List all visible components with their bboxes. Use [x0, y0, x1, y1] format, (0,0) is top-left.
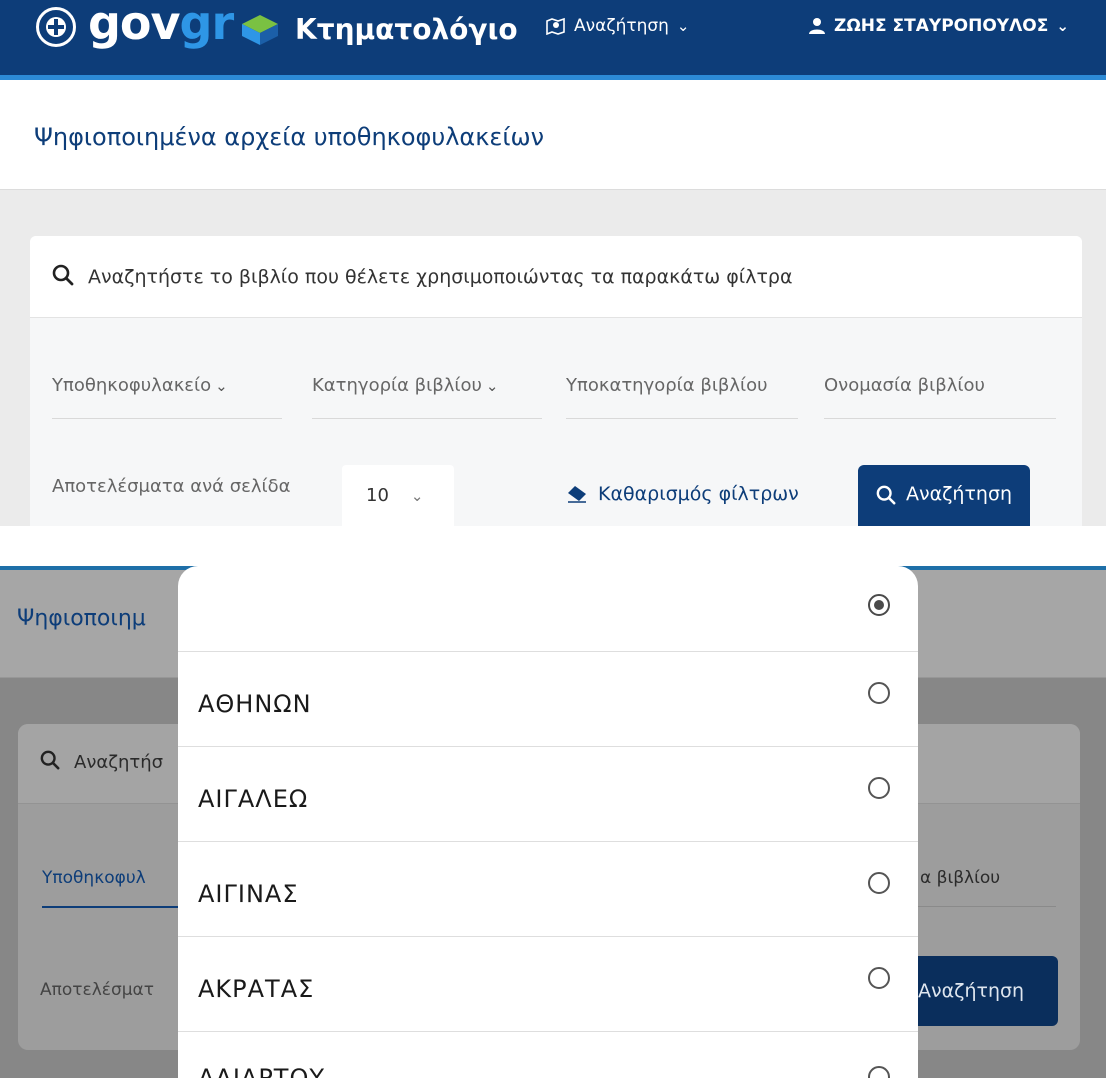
dimmed-search-button: Αναζήτηση — [908, 956, 1058, 1026]
dropdown-option-label: ΑΙΓΑΛΕΩ — [198, 785, 309, 813]
filter-label: Υποκατηγορία βιβλίου — [566, 375, 768, 396]
ktimatologio-cube-icon — [242, 15, 278, 45]
filter-book-category[interactable]: Κατηγορία βιβλίου ⌄ — [312, 375, 542, 419]
dropdown-option[interactable]: ΑΘΗΝΩΝ — [178, 652, 918, 747]
top-header-bar: govgr Κτηματολόγιο Αναζήτηση ⌄ ΖΩΗΣ ΣΤΑΥ… — [0, 0, 1106, 80]
radio-icon[interactable] — [868, 872, 890, 894]
dimmed-search-heading: Αναζητήσ — [74, 752, 164, 773]
radio-selected-icon[interactable] — [868, 594, 890, 616]
filter-label: Κατηγορία βιβλίου — [312, 375, 482, 396]
results-per-page-value: 10 — [366, 485, 389, 506]
eraser-icon — [568, 486, 586, 503]
search-icon — [40, 750, 60, 770]
logo-gr-text: gr — [179, 0, 235, 50]
filter-label: Υποθηκοφυλακείο — [52, 375, 212, 396]
user-menu[interactable]: ΖΩΗΣ ΣΤΑΥΡΟΠΟΥΛΟΣ ⌄ — [808, 16, 1069, 36]
filter-mortgage-office[interactable]: Υποθηκοφυλακείο ⌄ — [52, 375, 282, 419]
chevron-down-icon: ⌄ — [215, 377, 228, 395]
radio-icon[interactable] — [868, 967, 890, 989]
app-title[interactable]: Κτηματολόγιο — [295, 13, 518, 46]
dimmed-filter-mortgage-office: Υποθηκοφυλ — [42, 868, 146, 888]
results-per-page-select[interactable]: 10 ⌄ — [342, 465, 454, 526]
dropdown-option-label: ΑΙΓΙΝΑΣ — [198, 880, 299, 908]
mobile-dropdown-view-panel: Ψηφιοποιημ Αναζητήσ Υποθηκοφυλ α βιβλίου… — [0, 526, 1106, 1078]
radio-icon[interactable] — [868, 777, 890, 799]
dropdown-option-empty[interactable] — [178, 566, 918, 652]
search-icon — [52, 264, 74, 286]
dimmed-filter-book-name: α βιβλίου — [920, 868, 1001, 888]
dimmed-page-title: Ψηφιοποιημ — [17, 606, 146, 631]
chevron-down-icon: ⌄ — [676, 17, 690, 35]
logo-gov-text: gov — [88, 0, 181, 50]
dropdown-option-label: ΑΚΡΑΤΑΣ — [198, 975, 315, 1003]
desktop-view-panel: govgr Κτηματολόγιο Αναζήτηση ⌄ ΖΩΗΣ ΣΤΑΥ… — [0, 0, 1106, 526]
chevron-down-icon: ⌄ — [410, 487, 424, 505]
nav-search-label: Αναζήτηση — [574, 16, 669, 36]
search-button[interactable]: Αναζήτηση — [858, 465, 1030, 526]
dropdown-option-label: ΑΛΙΑΡΤΟΥ — [198, 1064, 326, 1078]
search-card-heading: Αναζητήστε το βιβλίο που θέλετε χρησιμοπ… — [88, 266, 793, 288]
user-icon — [809, 18, 825, 34]
filter-book-name[interactable]: Ονομασία βιβλίου — [824, 375, 1056, 419]
filter-book-subcategory[interactable]: Υποκατηγορία βιβλίου — [566, 375, 798, 419]
search-button-label: Αναζήτηση — [905, 483, 1013, 505]
dropdown-option[interactable]: ΑΚΡΑΤΑΣ — [178, 937, 918, 1032]
page-title-bar: Ψηφιοποιημένα αρχεία υποθηκοφυλακείων — [0, 85, 1106, 190]
page-title: Ψηφιοποιημένα αρχεία υποθηκοφυλακείων — [34, 123, 544, 151]
active-filter-underline — [42, 906, 182, 908]
clear-filters-label: Καθαρισμός φίλτρων — [598, 483, 799, 505]
radio-icon[interactable] — [868, 1066, 890, 1078]
chevron-down-icon: ⌄ — [1056, 17, 1069, 35]
search-icon — [876, 485, 896, 505]
search-card-header: Αναζητήστε το βιβλίο που θέλετε χρησιμοπ… — [30, 236, 1082, 318]
dropdown-option[interactable]: ΑΙΓΙΝΑΣ — [178, 842, 918, 937]
filter-label: Ονομασία βιβλίου — [824, 375, 985, 396]
mortgage-office-dropdown[interactable]: ΑΘΗΝΩΝ ΑΙΓΑΛΕΩ ΑΙΓΙΝΑΣ ΑΚΡΑΤΑΣ ΑΛΙΑΡΤΟΥ — [178, 566, 918, 1078]
filter-underline — [918, 906, 1056, 907]
user-name: ΖΩΗΣ ΣΤΑΥΡΟΠΟΥΛΟΣ — [834, 16, 1049, 36]
dimmed-results-per-page-label: Αποτελέσματ — [40, 980, 154, 1000]
nav-search-menu[interactable]: Αναζήτηση ⌄ — [546, 16, 690, 36]
chevron-down-icon: ⌄ — [485, 377, 499, 395]
greek-emblem-icon — [36, 7, 76, 47]
map-search-icon — [546, 17, 565, 35]
dropdown-option[interactable]: ΑΙΓΑΛΕΩ — [178, 747, 918, 842]
govgr-logo[interactable]: govgr — [88, 0, 235, 50]
radio-icon[interactable] — [868, 682, 890, 704]
clear-filters-button[interactable]: Καθαρισμός φίλτρων — [566, 483, 799, 505]
dropdown-option-label: ΑΘΗΝΩΝ — [198, 690, 312, 718]
dropdown-option[interactable]: ΑΛΙΑΡΤΟΥ — [178, 1032, 918, 1078]
results-per-page-label: Αποτελέσματα ανά σελίδα — [52, 476, 291, 497]
